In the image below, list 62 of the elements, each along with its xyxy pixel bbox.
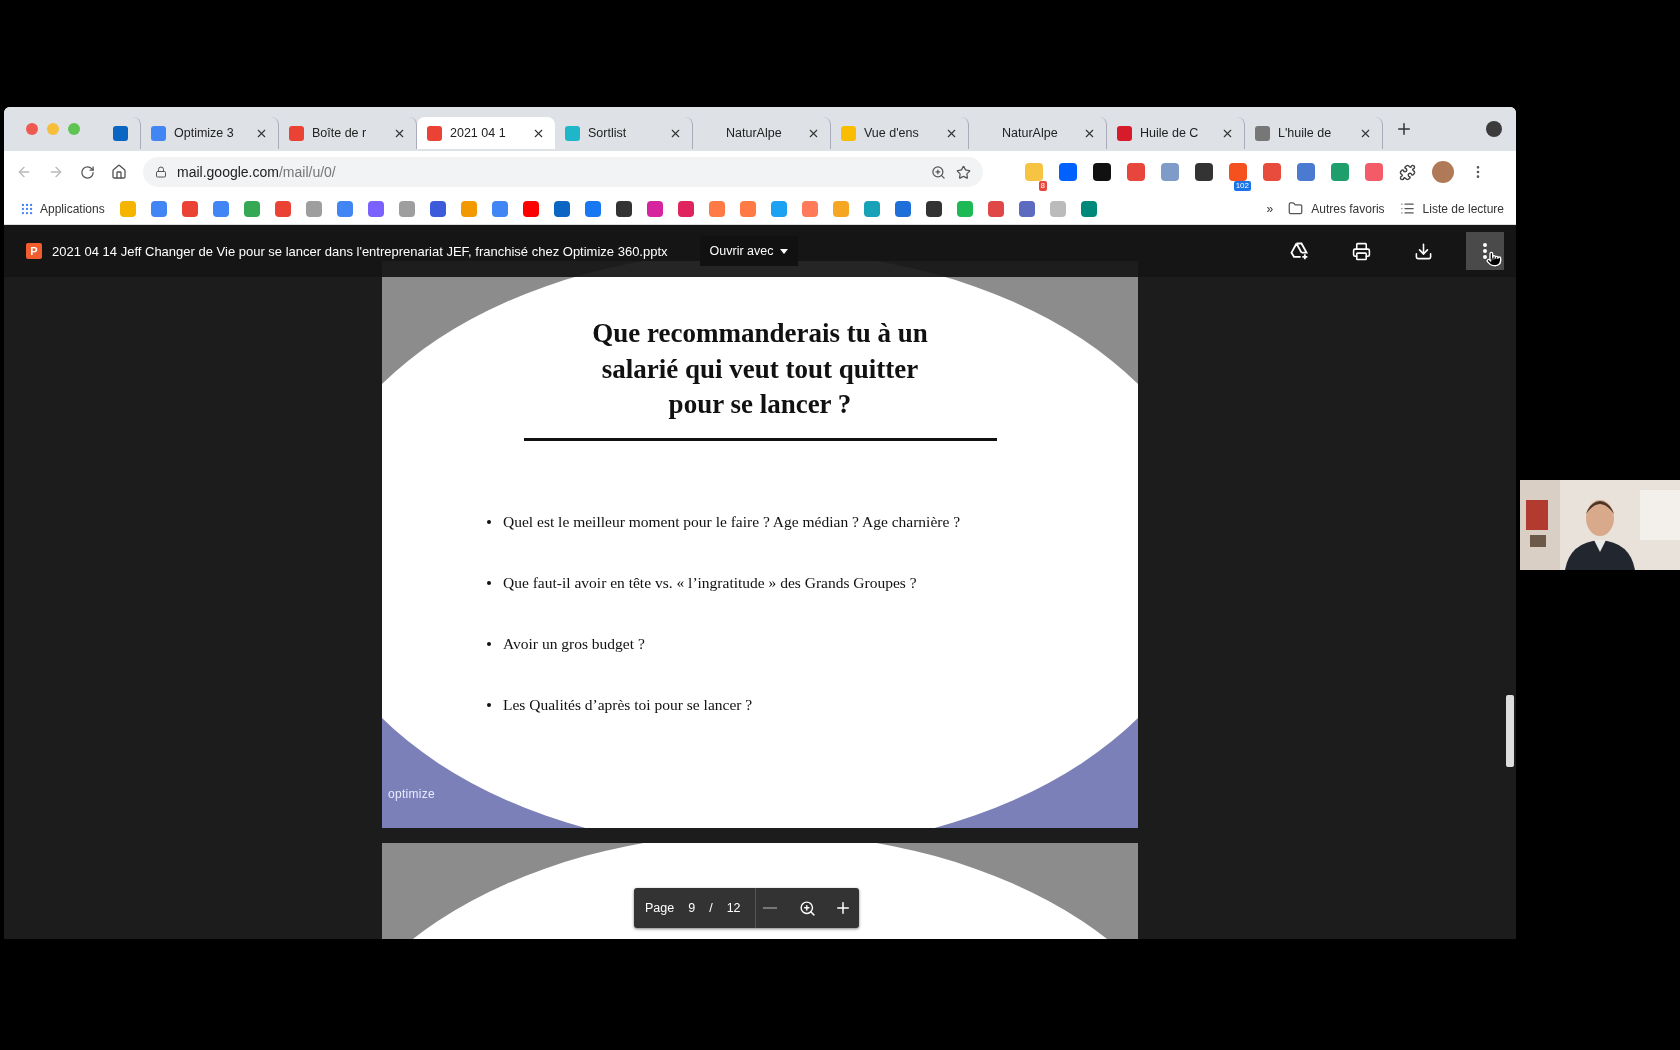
drive-add-icon — [1289, 241, 1309, 261]
apps-icon[interactable] — [20, 201, 34, 216]
page-total: 12 — [726, 901, 741, 915]
bullet-icon — [487, 580, 491, 585]
slide-title: Que recommanderais tu à un salarié qui veut tout quitter pour se lancer ? — [592, 317, 928, 421]
page-separator: / — [709, 901, 713, 915]
reading-list-icon — [1399, 201, 1415, 216]
bookmark-folder[interactable]: Autres favoris — [1311, 201, 1385, 216]
folder-icon — [1288, 201, 1304, 216]
new-tab-icon[interactable] — [1395, 120, 1413, 138]
bullet-text: Quel est le meilleur moment pour le faire ? Age médian ? Age charnière ? — [503, 512, 961, 531]
slide-logo: optimize — [388, 787, 436, 801]
browser-tab[interactable]: Sortlist — [555, 117, 693, 149]
more-bookmarks-button[interactable]: » — [1266, 201, 1274, 216]
browser-tab[interactable]: NaturAlpe — [693, 117, 831, 149]
bookmark-icon[interactable] — [615, 200, 632, 217]
address-bar[interactable]: mail.google.com/mail/u/0/ — [143, 157, 983, 187]
zoom-icon[interactable] — [931, 164, 946, 180]
browser-tab[interactable]: NaturAlpe — [969, 117, 1107, 149]
browser-tab[interactable]: 2021 04 1 — [417, 117, 555, 149]
lock-icon — [155, 166, 167, 178]
download-icon — [1413, 241, 1433, 261]
file-type-icon: P — [26, 243, 42, 259]
browser-tab[interactable]: Huile de C — [1107, 117, 1245, 149]
bookmark-icon[interactable] — [429, 200, 446, 217]
extension-badge: 102 — [1233, 181, 1251, 191]
print-icon — [1351, 241, 1371, 261]
browser-tab[interactable]: Boîte de r — [279, 117, 417, 149]
bullet-text: Avoir un gros budget ? — [503, 634, 645, 653]
extensions-icon[interactable] — [1399, 163, 1416, 181]
bullet-icon — [487, 641, 491, 646]
browser-tab[interactable]: Optimize 3 — [141, 117, 279, 149]
extension-icon[interactable] — [1093, 163, 1111, 181]
browser-tab[interactable]: L'huile de — [1245, 117, 1383, 149]
page-number-field[interactable]: 9 — [688, 901, 696, 915]
file-name: 2021 04 14 Jeff Changer de Vie pour se lancer dans l'entreprenariat JEF, franchisé chez Optimize 360.pptx — [52, 243, 668, 259]
bookmark-link[interactable]: Applications — [40, 201, 105, 216]
profile-menu-icon[interactable] — [1486, 121, 1502, 137]
page-label: Page — [645, 901, 675, 915]
bullet-icon — [487, 519, 491, 524]
caret-icon — [780, 248, 789, 254]
zoom-icon — [798, 899, 816, 917]
reload-icon[interactable] — [80, 164, 95, 180]
bullet-text: Les Qualités d’après toi pour se lancer ? — [503, 695, 753, 714]
reading-list-button[interactable]: Liste de lecture — [1422, 201, 1504, 216]
browser-tab[interactable]: Vue d'ens — [831, 117, 969, 149]
scrollbar-thumb[interactable] — [1506, 695, 1514, 767]
bookmark-icon[interactable] — [925, 200, 942, 217]
more-icon — [1483, 243, 1487, 259]
extension-icon[interactable] — [1195, 163, 1213, 181]
bookmark-icon[interactable] — [553, 200, 570, 217]
bullet-text: Que faut-il avoir en tête vs. « l’ingratitude » des Grands Groupes ? — [503, 573, 917, 592]
open-with-button[interactable]: Ouvrir avec — [699, 236, 799, 266]
bookmark-star-icon[interactable] — [956, 164, 971, 180]
bullet-icon — [487, 702, 491, 707]
avatar-icon[interactable] — [1432, 161, 1454, 183]
extension-badge: 8 — [1038, 181, 1047, 191]
more-options-button[interactable] — [1466, 232, 1504, 270]
close-window-button[interactable] — [26, 123, 38, 135]
minus-icon — [762, 907, 777, 909]
cursor-icon — [1486, 251, 1502, 267]
home-icon[interactable] — [111, 164, 127, 180]
